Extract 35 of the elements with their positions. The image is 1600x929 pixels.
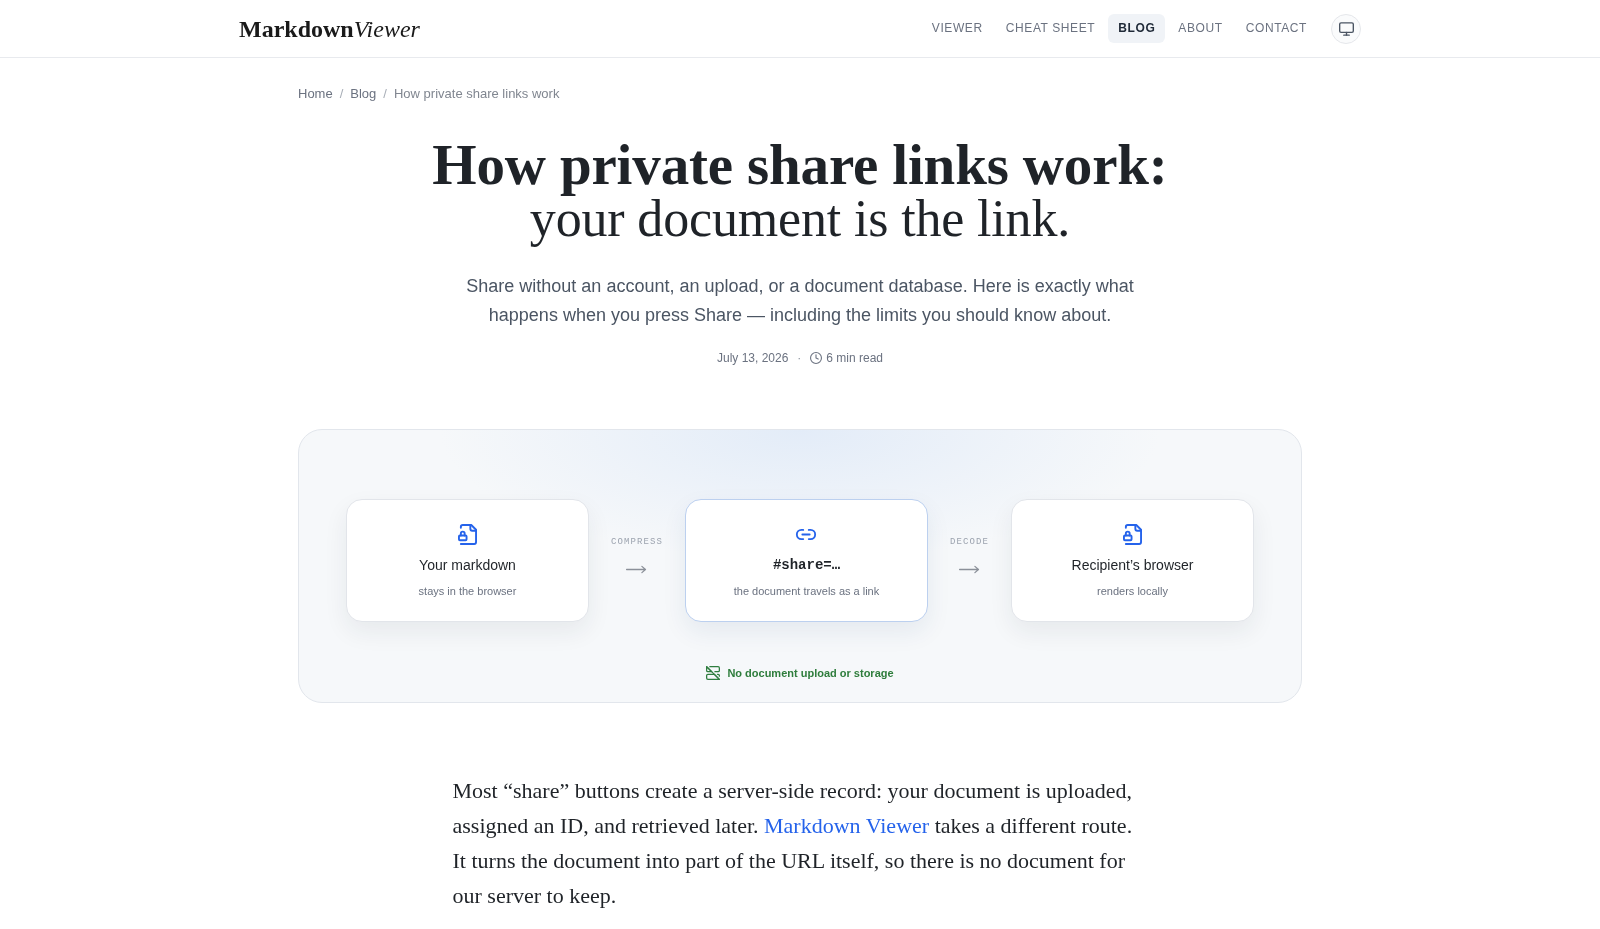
step-title: Your markdown: [419, 556, 516, 574]
inline-link[interactable]: Markdown Viewer: [764, 813, 930, 838]
nav-link[interactable]: CONTACT: [1235, 14, 1317, 43]
crossed-server-icon: [706, 666, 721, 681]
theme-toggle-button[interactable]: [1331, 13, 1361, 44]
connector-label: DECODE: [950, 536, 989, 548]
connector-label: COMPRESS: [611, 536, 663, 548]
monitor-icon: [1338, 21, 1354, 36]
article-paragraph: Most “share” buttons create a server-side record: your document is uploaded, assigned an ID, and retrieved later. Markdown Viewer takes a different route. It turns the document into part of the URL itself, so there is no document for our server to keep.: [452, 777, 1134, 910]
breadcrumb-link[interactable]: Home: [298, 85, 333, 103]
clock-icon: [810, 352, 823, 364]
read-time: 6 min read: [826, 350, 884, 366]
step-title: Recipient’s browser: [1071, 556, 1194, 574]
nav-link[interactable]: ABOUT: [1168, 14, 1233, 43]
breadcrumb-link[interactable]: Blog: [350, 85, 377, 103]
arrow-right-icon: [625, 565, 649, 574]
step-title: #share=…: [772, 556, 841, 574]
file-lock-icon: [458, 524, 477, 545]
nav-link[interactable]: VIEWER: [921, 14, 993, 43]
step-caption: renders locally: [1097, 584, 1168, 598]
diagram-note: No document upload or storage: [727, 666, 894, 681]
breadcrumb-separator: /: [383, 85, 387, 103]
nav-link[interactable]: BLOG: [1108, 14, 1166, 43]
nav-link[interactable]: CHEAT SHEET: [995, 14, 1106, 43]
breadcrumb-separator: /: [339, 85, 344, 103]
file-lock-icon: [1123, 524, 1142, 545]
dot-separator: ·: [797, 350, 802, 366]
article-subtitle: Share without an account, an upload, or a document database. Here is exactly what happens when you press Share — including the limits you should know about.: [465, 275, 1135, 327]
post-date: July 13, 2026: [716, 350, 789, 366]
step-caption: the document travels as a link: [733, 584, 880, 598]
breadcrumb-current: How private share links work: [393, 85, 560, 103]
arrow-right-icon: [958, 565, 981, 574]
step-caption: stays in the browser: [418, 584, 517, 598]
site-logo[interactable]: MarkdownViewer: [239, 16, 420, 41]
article-title: How private share links work: your document is the link.: [431, 138, 1169, 246]
